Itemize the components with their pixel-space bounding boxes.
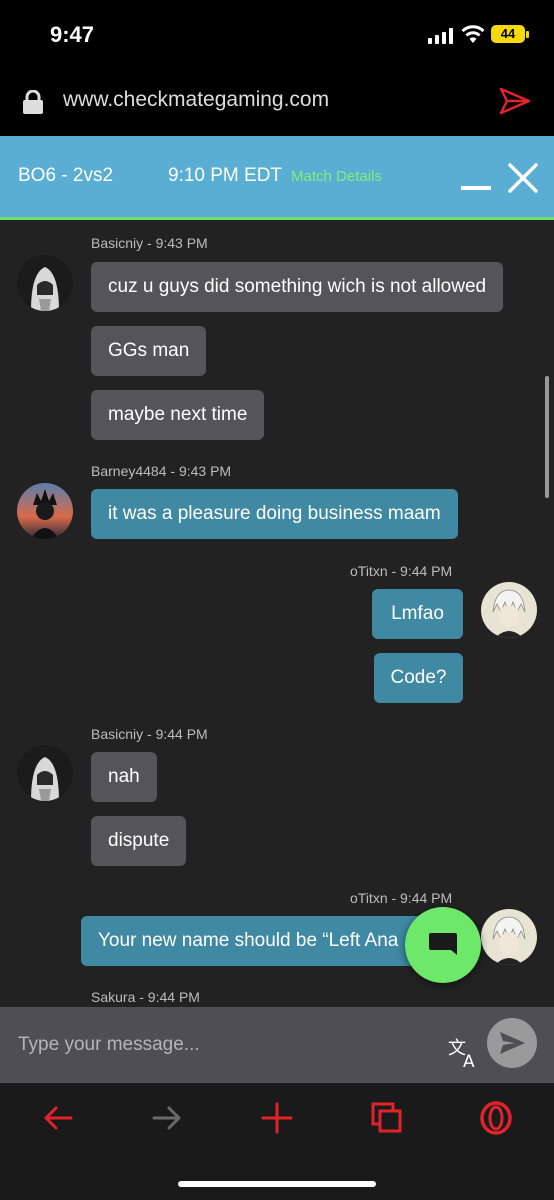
opera-icon[interactable] bbox=[479, 1101, 513, 1135]
home-indicator[interactable] bbox=[178, 1181, 376, 1187]
message-bubble: GGs man bbox=[91, 326, 207, 376]
new-tab-plus-icon[interactable] bbox=[260, 1101, 294, 1135]
send-icon[interactable] bbox=[498, 86, 532, 116]
chat-scrollbar[interactable] bbox=[545, 376, 549, 498]
message-meta: Barney4484 - 9:43 PM bbox=[91, 463, 232, 479]
back-arrow-icon[interactable] bbox=[41, 1101, 75, 1135]
wifi-icon bbox=[461, 25, 485, 43]
message-meta: Basicniy - 9:43 PM bbox=[91, 235, 208, 251]
avatar[interactable] bbox=[17, 483, 73, 539]
message-meta: oTitxn - 9:44 PM bbox=[350, 563, 453, 579]
close-icon[interactable] bbox=[507, 162, 539, 194]
chat-fab-button[interactable] bbox=[405, 907, 481, 983]
message-bubble: Lmfao bbox=[372, 589, 463, 639]
tabs-icon[interactable] bbox=[370, 1101, 404, 1135]
game-title: BO6 - 2vs2 bbox=[18, 165, 114, 186]
avatar[interactable] bbox=[17, 745, 73, 801]
anime-character-icon bbox=[492, 589, 526, 638]
match-details-link[interactable]: Match Details bbox=[291, 168, 382, 185]
chat-messages[interactable]: Basicniy - 9:43 PM cuz u guys did someth… bbox=[0, 220, 554, 1007]
translate-icon[interactable]: 文 A bbox=[447, 1036, 481, 1068]
forward-arrow-icon[interactable] bbox=[150, 1101, 184, 1135]
message-meta: Sakura - 9:44 PM bbox=[91, 989, 200, 1005]
battery-tip bbox=[526, 31, 529, 38]
cellular-signal-icon bbox=[428, 28, 454, 44]
url-text[interactable]: www.checkmategaming.com bbox=[63, 88, 329, 112]
battery-icon: 44 bbox=[491, 25, 525, 43]
avatar[interactable] bbox=[481, 909, 537, 965]
message-bubble: Code? bbox=[374, 653, 463, 703]
avatar[interactable] bbox=[481, 582, 537, 638]
message-bubble: it was a pleasure doing business maam bbox=[91, 489, 458, 539]
character-silhouette-icon bbox=[31, 489, 59, 539]
svg-text:A: A bbox=[463, 1052, 475, 1068]
message-bubble: nah bbox=[91, 752, 157, 802]
avatar[interactable] bbox=[17, 255, 73, 311]
message-bubble: cuz u guys did something wich is not all… bbox=[91, 262, 504, 312]
anime-character-icon bbox=[492, 916, 526, 965]
status-time: 9:47 bbox=[50, 22, 95, 47]
lock-icon bbox=[23, 90, 43, 114]
send-message-button[interactable] bbox=[487, 1018, 537, 1068]
minimize-icon[interactable] bbox=[461, 186, 491, 190]
message-input[interactable] bbox=[0, 1007, 430, 1083]
message-bubble: maybe next time bbox=[91, 390, 265, 440]
send-icon bbox=[500, 1032, 525, 1054]
hooded-figure-icon bbox=[31, 757, 59, 801]
chat-bubble-icon bbox=[429, 933, 457, 955]
message-bubble: dispute bbox=[91, 816, 187, 866]
hooded-figure-icon bbox=[31, 267, 59, 311]
message-meta: Basicniy - 9:44 PM bbox=[91, 726, 208, 742]
message-meta: oTitxn - 9:44 PM bbox=[350, 890, 453, 906]
match-time: 9:10 PM EDT bbox=[168, 165, 283, 186]
